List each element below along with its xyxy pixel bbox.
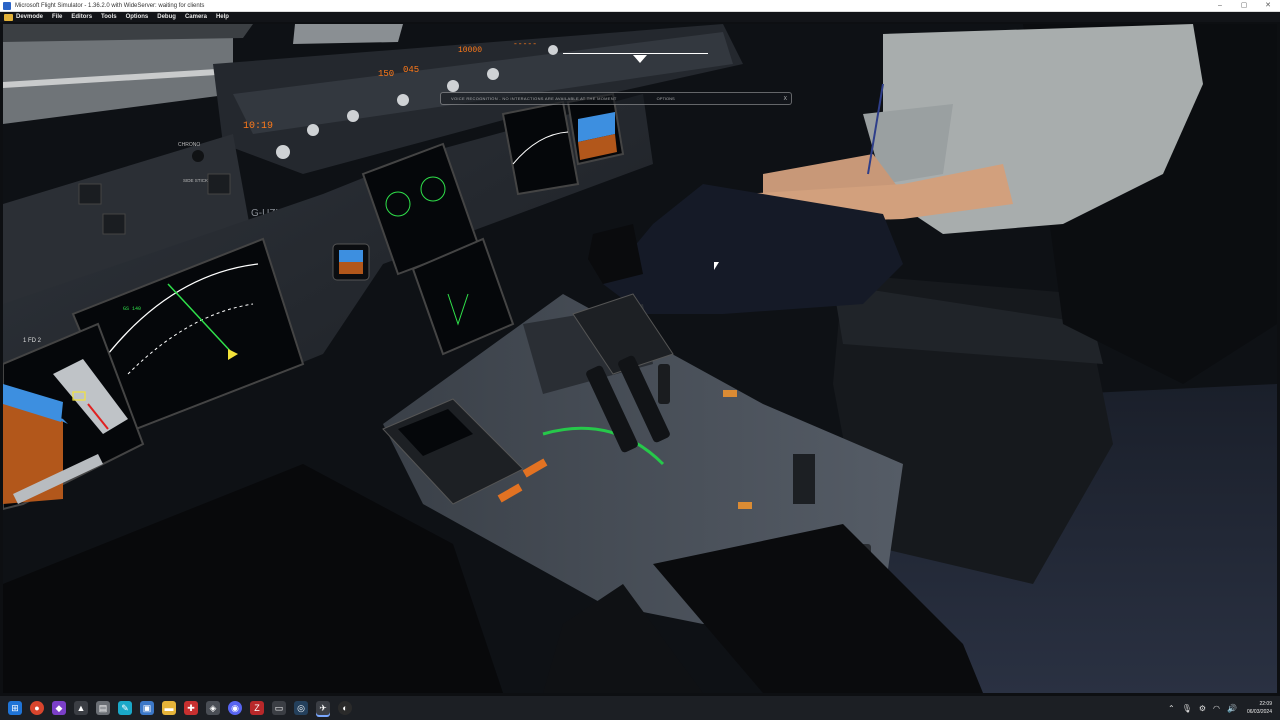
fcu-knob[interactable]: [487, 68, 499, 80]
filezilla-icon[interactable]: Z: [250, 701, 264, 715]
atc-display: [738, 502, 752, 509]
window-controls: – ▢ ✕: [1208, 0, 1280, 11]
fcu-knob[interactable]: [447, 80, 459, 92]
app-c-icon[interactable]: ✚: [184, 701, 198, 715]
app-d-icon[interactable]: ◈: [206, 701, 220, 715]
overlay-top-line: [563, 53, 708, 54]
visual-studio-icon[interactable]: ◆: [52, 701, 66, 715]
tray-chevron-up-icon[interactable]: ⌃: [1168, 704, 1175, 713]
fcu-heading-display: 045: [403, 65, 419, 75]
feather-icon[interactable]: ✎: [118, 701, 132, 715]
atc-display: [723, 390, 737, 397]
tray-settings-icon[interactable]: ⚙: [1199, 704, 1206, 713]
menu-devmode[interactable]: Devmode: [16, 14, 43, 20]
cockpit-viewport[interactable]: 10:19 150 045 10000 ----- CHRONO SIDE ST…: [3, 24, 1277, 693]
app-b-icon[interactable]: ▣: [140, 701, 154, 715]
chrono-label: CHRONO: [178, 142, 200, 148]
obs-icon[interactable]: ◐: [338, 701, 352, 715]
menu-tools[interactable]: Tools: [101, 14, 117, 20]
app-icon: [3, 1, 11, 10]
fd-label: 1 FD 2: [23, 338, 42, 344]
mouse-cursor-icon: [714, 262, 719, 270]
window-titlebar[interactable]: Microsoft Flight Simulator - 1.36.2.0 wi…: [0, 0, 1280, 12]
window-title: Microsoft Flight Simulator - 1.36.2.0 wi…: [15, 2, 205, 9]
nd-groundspeed: GS 140: [123, 306, 141, 312]
windows-start-icon[interactable]: ⊞: [8, 701, 22, 715]
fcu-speed-display: 150: [378, 69, 394, 79]
maximize-button[interactable]: ▢: [1232, 0, 1256, 11]
fcu-knob[interactable]: [276, 145, 290, 159]
close-button[interactable]: ✕: [1256, 0, 1280, 11]
tray-wifi-icon[interactable]: ◠: [1213, 704, 1220, 713]
menu-bar: Devmode File Editors Tools Options Debug…: [0, 12, 1280, 22]
fcu-altitude-display: 10000: [458, 46, 482, 55]
tray-mic-icon[interactable]: 🎙: [1182, 704, 1192, 713]
voice-recognition-message: VOICE RECOGNITION - NO INTERACTIONS ARE …: [451, 96, 617, 101]
file-explorer-icon[interactable]: ▬: [162, 701, 176, 715]
devmode-icon: [4, 13, 13, 21]
discord-icon[interactable]: ◉: [228, 701, 242, 715]
system-tray: ⌃ 🎙 ⚙ ◠ 🔊 22:09 06/03/2024: [1161, 696, 1272, 720]
fcu-knob[interactable]: [307, 124, 319, 136]
sidestick-priority-light[interactable]: [78, 183, 102, 205]
trim-wheel-slot: [793, 454, 815, 504]
app-a-icon[interactable]: ▲: [74, 701, 88, 715]
flight-sim-icon[interactable]: ✈: [316, 701, 330, 715]
sidestick-priority-light[interactable]: [207, 173, 231, 195]
fcu-knob[interactable]: [347, 110, 359, 122]
menu-debug[interactable]: Debug: [157, 14, 176, 20]
sidestick-priority-light[interactable]: [102, 213, 126, 235]
chrome-icon[interactable]: ●: [30, 701, 44, 715]
steam-icon[interactable]: ◎: [294, 701, 308, 715]
speedbrake-lever[interactable]: [658, 364, 670, 404]
minimize-button[interactable]: –: [1208, 0, 1232, 11]
menu-file[interactable]: File: [52, 14, 62, 20]
overlay-pointer-icon: [633, 55, 647, 63]
voice-recognition-bar: VOICE RECOGNITION - NO INTERACTIONS ARE …: [440, 92, 792, 105]
chrono-button[interactable]: [192, 150, 204, 162]
menu-options[interactable]: Options: [126, 14, 149, 20]
clock-date: 06/03/2024: [1246, 709, 1272, 715]
chrono-display: 10:19: [243, 121, 273, 132]
app-e-icon[interactable]: ▭: [272, 701, 286, 715]
menu-help[interactable]: Help: [216, 14, 229, 20]
windows-taskbar: ⊞ ● ◆ ▲ ▤ ✎ ▣ ▬ ✚ ◈ ◉ Z ▭ ◎ ✈ ◐ ⌃ 🎙 ⚙ ◠ …: [0, 696, 1280, 720]
notepad-icon[interactable]: ▤: [96, 701, 110, 715]
tray-volume-icon[interactable]: 🔊: [1227, 704, 1237, 713]
clock-time: 22:09: [1259, 701, 1272, 707]
overlay-options-button[interactable]: OPTIONS: [657, 96, 675, 101]
menu-camera[interactable]: Camera: [185, 14, 207, 20]
fcu-knob[interactable]: [548, 45, 558, 55]
cockpit-scene: 10:19 150 045 10000 ----- CHRONO SIDE ST…: [3, 24, 1277, 693]
taskbar-clock[interactable]: 22:09 06/03/2024: [1247, 700, 1272, 716]
fcu-knob[interactable]: [397, 94, 409, 106]
fcu-vs-display: -----: [513, 40, 537, 49]
overlay-close-button[interactable]: X: [784, 96, 787, 102]
menu-editors[interactable]: Editors: [71, 14, 92, 20]
